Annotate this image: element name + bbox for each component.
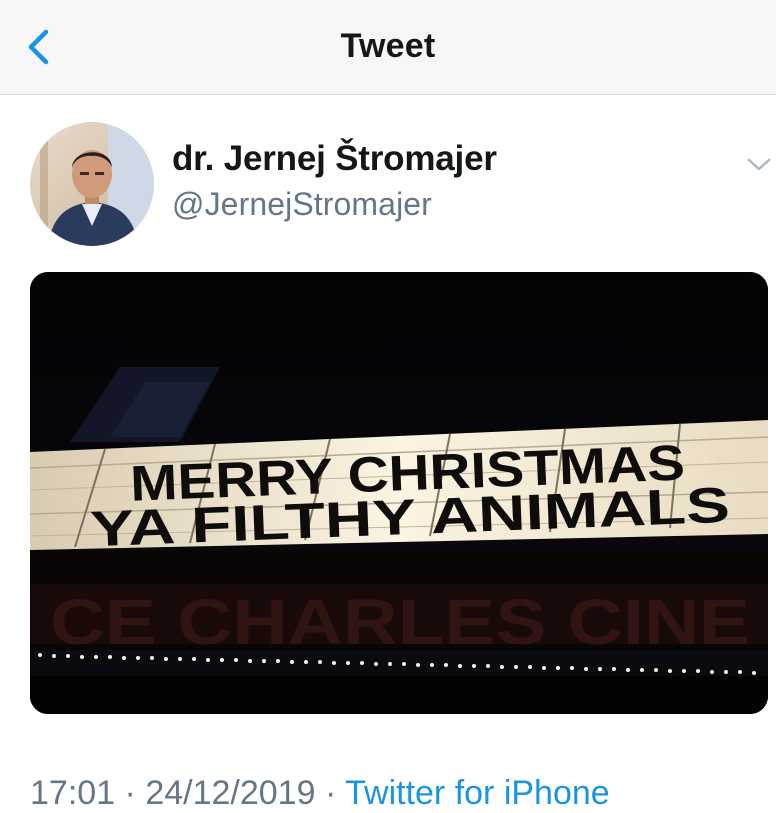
page-title: Tweet bbox=[340, 27, 436, 65]
chevron-down-icon bbox=[747, 158, 771, 171]
tweet-date: 24/12/2019 bbox=[145, 774, 316, 812]
meta-separator: · bbox=[124, 774, 136, 812]
user-handle[interactable]: @JernejStromajer bbox=[172, 186, 432, 223]
tweet-media-image[interactable]: MERRY CHRISTMAS YA FILTHY ANIMALS CE CHA… bbox=[30, 272, 768, 714]
more-options-button[interactable] bbox=[744, 150, 774, 180]
avatar[interactable] bbox=[30, 122, 154, 246]
meta-separator: · bbox=[324, 774, 337, 812]
tweet-time: 17:01 bbox=[30, 774, 116, 812]
display-name[interactable]: dr. Jernej Štromajer bbox=[172, 139, 497, 179]
tweet-source-link[interactable]: Twitter for iPhone bbox=[345, 774, 610, 812]
tweet-meta: 17:01 · 24/12/2019 · Twitter for iPhone bbox=[30, 774, 610, 813]
nav-header: Tweet bbox=[0, 0, 776, 95]
facade-sign-text: CE CHARLES CINE bbox=[50, 586, 750, 658]
